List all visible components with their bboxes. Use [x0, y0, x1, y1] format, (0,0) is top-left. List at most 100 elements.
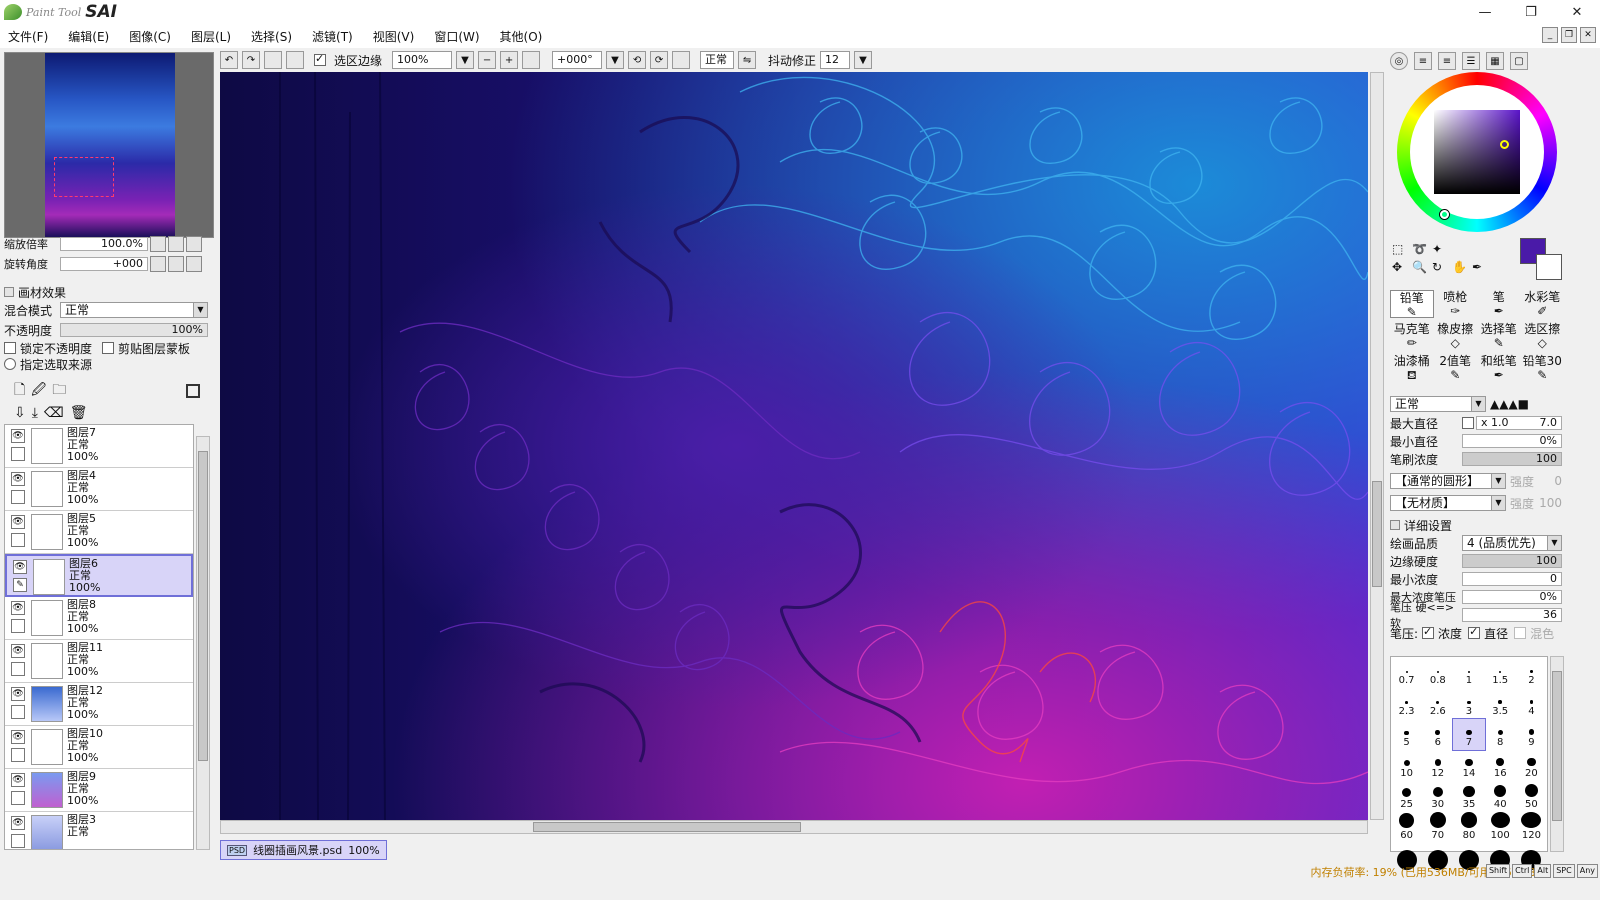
canvas-vscroll-thumb[interactable] [1372, 481, 1382, 587]
clear-layer-icon[interactable]: ⌫ [44, 405, 64, 421]
tool-washi-pen[interactable]: 和纸笔 ✒ [1477, 354, 1521, 382]
menu-other[interactable]: 其他(O) [500, 28, 543, 45]
lock-icon[interactable] [11, 834, 25, 848]
brush-size-cell[interactable]: 5 [1391, 719, 1422, 750]
angle-select-dropdown[interactable]: ▼ [606, 51, 625, 69]
opacity-slider[interactable]: 100% [60, 323, 208, 337]
merge-down-icon[interactable]: ⤓ [32, 405, 38, 421]
stabilizer-select[interactable]: 12 [820, 51, 851, 69]
magic-wand-icon[interactable]: ✦ [1432, 242, 1452, 256]
brush-size-cell[interactable]: 100 [1485, 812, 1516, 843]
zoom-out-button[interactable] [150, 236, 166, 252]
brush-size-cell[interactable]: 120 [1516, 812, 1547, 843]
brush-size-cell[interactable]: 8 [1485, 719, 1516, 750]
brush-size-cell[interactable]: 2 [1516, 657, 1547, 688]
brush-size-cell[interactable]: 3 [1453, 688, 1484, 719]
lock-icon[interactable] [11, 490, 25, 504]
tool-pencil[interactable]: 铅笔 ✎ [1390, 290, 1434, 319]
selection-edge-checkbox[interactable] [314, 52, 326, 66]
saturation-value-square[interactable] [1434, 110, 1520, 194]
swatches-icon[interactable]: ▦ [1486, 52, 1504, 70]
rect-select-icon[interactable]: ⬚ [1392, 242, 1412, 256]
texture-select[interactable]: 【无材质】 ▼ [1390, 495, 1506, 511]
lock-icon[interactable] [11, 748, 25, 762]
eye-icon[interactable]: 👁 [11, 644, 25, 658]
tool-marker[interactable]: 马克笔 ✏ [1390, 322, 1434, 350]
lock-icon[interactable] [11, 791, 25, 805]
lock-opacity-checkbox[interactable] [4, 342, 16, 354]
brush-size-scroll-thumb[interactable] [1552, 671, 1562, 821]
flip-horizontal-icon[interactable]: ⇋ [738, 51, 757, 69]
brush-size-cell[interactable]: 35 [1453, 781, 1484, 812]
brush-size-cell[interactable]: 7 [1452, 718, 1486, 751]
navigator-preview[interactable] [4, 52, 214, 238]
transfer-down-icon[interactable]: ⇩ [14, 405, 26, 421]
close-button[interactable]: ✕ [1554, 0, 1600, 24]
menu-window[interactable]: 窗口(W) [434, 28, 479, 45]
zoom-reset-button[interactable] [186, 236, 202, 252]
tool-binary-pen[interactable]: 2值笔 ✎ [1434, 354, 1478, 382]
brush-size-cell[interactable]: 50 [1516, 781, 1547, 812]
menu-select[interactable]: 选择(S) [251, 28, 292, 45]
eye-icon[interactable]: 👁 [11, 429, 25, 443]
angle-select[interactable]: +000° [552, 51, 603, 69]
brush-size-cell[interactable]: 1.5 [1485, 657, 1516, 688]
menu-layer[interactable]: 图层(L) [191, 28, 231, 45]
collapse-icon[interactable] [1390, 520, 1400, 530]
brush-size-cell[interactable]: 25 [1391, 781, 1422, 812]
eye-icon[interactable]: 👁 [11, 515, 25, 529]
brush-size-cell[interactable]: 60 [1391, 812, 1422, 843]
lock-icon[interactable] [11, 662, 25, 676]
undo-icon[interactable]: ↶ [220, 51, 238, 69]
rotate-ccw-icon[interactable]: ⟲ [628, 51, 647, 69]
brush-size-scrollbar[interactable] [1550, 656, 1564, 852]
hsv-sliders-icon[interactable]: ≡ [1438, 52, 1456, 70]
menu-view[interactable]: 视图(V) [373, 28, 415, 45]
drawing-canvas[interactable] [220, 72, 1368, 820]
brush-size-cell[interactable]: 10 [1391, 750, 1422, 781]
minimize-button[interactable]: — [1462, 0, 1508, 24]
layer-row[interactable]: 👁 图层10 正常 100% [5, 726, 193, 769]
hand-icon[interactable]: ✋ [1452, 260, 1472, 274]
layer-row[interactable]: 👁 图层11 正常 100% [5, 640, 193, 683]
layer-row[interactable]: 👁 图层12 正常 100% [5, 683, 193, 726]
view-mode-select[interactable]: 正常 [700, 51, 735, 69]
tool-watercolor[interactable]: 水彩笔 ✐ [1521, 290, 1565, 318]
tool-pen[interactable]: 笔 ✒ [1477, 290, 1521, 318]
brush-size-cell[interactable]: 0.8 [1422, 657, 1453, 688]
brush-size-cell[interactable]: 4 [1516, 688, 1547, 719]
eye-icon[interactable]: 👁 [11, 472, 25, 486]
brush-size-cell[interactable]: 30 [1422, 781, 1453, 812]
rotate-slider[interactable]: +000 [60, 257, 148, 271]
pressure-size-checkbox[interactable] [1468, 625, 1481, 639]
eye-icon[interactable]: 👁 [11, 687, 25, 701]
zoom-fit-icon[interactable] [522, 51, 541, 69]
rotate-icon[interactable]: ↻ [1432, 260, 1452, 274]
clip-group-checkbox[interactable] [102, 342, 115, 354]
zoom-slider[interactable]: 100.0% [60, 237, 148, 251]
brush-shape-select[interactable]: 【通常的圆形】 ▼ [1390, 473, 1506, 489]
lock-icon[interactable] [11, 705, 25, 719]
rotate-reset-icon[interactable] [672, 51, 691, 69]
menu-filter[interactable]: 滤镜(T) [312, 28, 353, 45]
lock-icon[interactable] [11, 447, 25, 461]
tool-bucket[interactable]: 油漆桶 ⛾ [1390, 354, 1434, 382]
layer-row-selected[interactable]: 👁 ✎ 图层6 正常 100% [5, 554, 193, 597]
tool-select-eraser[interactable]: 选区擦 ◇ [1521, 322, 1565, 350]
deselect-icon[interactable] [264, 51, 282, 69]
stabilizer-dropdown[interactable]: ▼ [854, 51, 873, 69]
brush-size-cell[interactable]: 16 [1485, 750, 1516, 781]
new-folder-icon[interactable]: 🗀 [52, 379, 66, 403]
zoom-select[interactable]: 100% [392, 51, 453, 69]
rotate-cw-icon[interactable]: ⟳ [650, 51, 669, 69]
rotate-left-button[interactable] [150, 256, 166, 272]
brush-lock-icon[interactable]: ✎ [13, 578, 27, 592]
brush-mode-select[interactable]: 正常 ▼ [1390, 396, 1486, 412]
eye-icon[interactable]: 👁 [11, 816, 25, 830]
layer-row[interactable]: 👁 图层4 正常 100% [5, 468, 193, 511]
rotate-right-button[interactable] [168, 256, 184, 272]
tool-pencil30[interactable]: 铅笔30 ✎ [1521, 354, 1565, 382]
tool-airbrush[interactable]: 喷枪 ✑ [1434, 290, 1478, 318]
brush-size-cell[interactable]: 40 [1485, 781, 1516, 812]
selection-source-radio[interactable] [4, 358, 16, 370]
